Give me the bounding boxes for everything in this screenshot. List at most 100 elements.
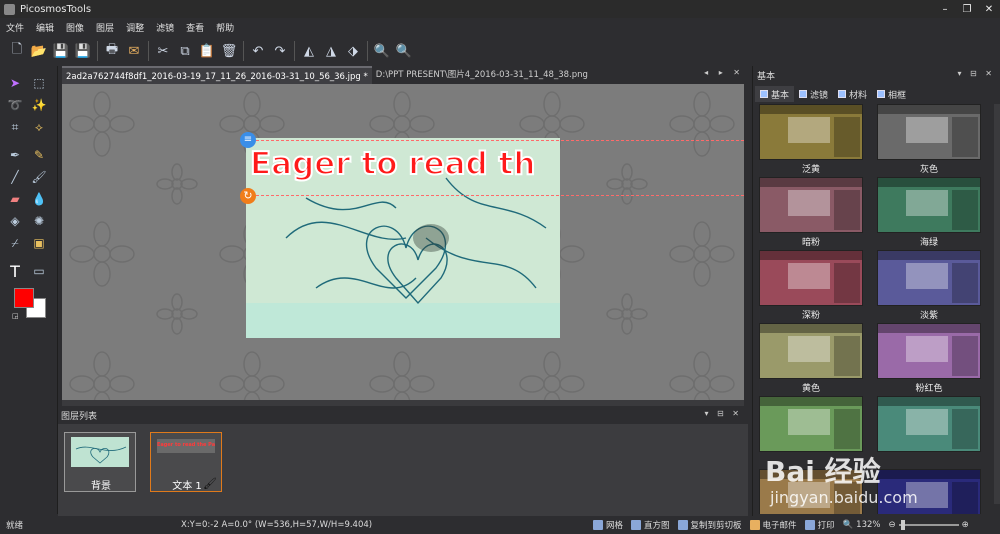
zoom-slider-thumb[interactable] bbox=[900, 520, 905, 530]
layer-thumbnail: Eager to read the Passage bbox=[157, 439, 215, 453]
save-icon[interactable]: 💾 bbox=[52, 42, 70, 60]
open-folder-icon[interactable]: 📂 bbox=[30, 42, 48, 60]
pencil-tool-icon[interactable]: ✎ bbox=[30, 146, 48, 164]
text-layer[interactable]: Eager to read th bbox=[250, 146, 560, 182]
rotate-handle-icon[interactable]: ↻ bbox=[240, 188, 256, 204]
magic-wand-tool-icon[interactable]: ✨ bbox=[30, 96, 48, 114]
foreground-color-swatch[interactable] bbox=[14, 288, 34, 308]
presets-panel-controls[interactable]: ▾ ⊟ ✕ bbox=[957, 69, 995, 78]
email-button[interactable]: 电子邮件 bbox=[749, 519, 797, 531]
histogram-toggle[interactable]: 直方图 bbox=[631, 519, 670, 531]
reset-colors-icon[interactable]: ◲ bbox=[12, 312, 19, 320]
title-bar: PicosmosTools – ❐ ✕ bbox=[0, 0, 1000, 18]
crop-tool-icon[interactable]: ⌗ bbox=[6, 118, 24, 136]
layer-panel-controls[interactable]: ▾ ⊟ ✕ bbox=[704, 409, 742, 418]
presets-scrollbar[interactable] bbox=[994, 104, 1000, 504]
preset-item[interactable]: 黄色 bbox=[759, 323, 863, 394]
menu-layer[interactable]: 图层 bbox=[90, 21, 120, 34]
zoom-out-button[interactable]: ⊖ bbox=[888, 520, 895, 530]
tab-document-1[interactable]: 2ad2a762744f8df1_2016-03-19_17_11_26_201… bbox=[62, 66, 372, 84]
paste-icon[interactable]: 📋 bbox=[198, 42, 216, 60]
eraser-tool-icon[interactable]: ▰ bbox=[6, 190, 24, 208]
tab-filter[interactable]: 滤镜 bbox=[794, 86, 833, 102]
print-button[interactable]: 打印 bbox=[804, 519, 835, 531]
preset-label: 粉红色 bbox=[915, 384, 943, 394]
tab-basic[interactable]: 基本 bbox=[755, 86, 795, 102]
email-icon[interactable]: ✉ bbox=[125, 42, 143, 60]
layer-item-background[interactable]: 背景 bbox=[64, 432, 136, 492]
pointer-tool-icon[interactable]: ➤ bbox=[6, 74, 24, 92]
presets-panel-header: 基本 ▾ ⊟ ✕ bbox=[753, 66, 1000, 84]
tab-frame[interactable]: 相框 bbox=[872, 86, 911, 102]
print-icon[interactable]: 🖶 bbox=[103, 42, 121, 60]
rotate-icon[interactable]: ◮ bbox=[322, 42, 340, 60]
layer-item-text[interactable]: Eager to read the Passage 文本 1 🖌 bbox=[150, 432, 222, 492]
preset-item[interactable]: 海绿 bbox=[877, 177, 981, 248]
polygon-select-tool-icon[interactable]: ⟡ bbox=[30, 118, 48, 136]
blur-tool-icon[interactable]: 💧 bbox=[30, 190, 48, 208]
tab-document-2[interactable]: D:\PPT PRESENT\图片4_2016-03-31_11_48_38.p… bbox=[372, 66, 592, 84]
menu-handle-icon[interactable]: ≡ bbox=[240, 132, 256, 148]
tab-basic-icon bbox=[760, 90, 768, 98]
zoom-out-icon[interactable]: 🔍 bbox=[395, 42, 413, 60]
menu-adjust[interactable]: 调整 bbox=[120, 21, 150, 34]
preset-item[interactable]: 粉红色 bbox=[877, 323, 981, 394]
menu-edit[interactable]: 编辑 bbox=[30, 21, 60, 34]
redo-icon[interactable]: ↷ bbox=[271, 42, 289, 60]
copy-icon[interactable]: ⧉ bbox=[176, 42, 194, 60]
eyedropper-tool-icon[interactable]: ⌿ bbox=[6, 234, 24, 252]
preset-item[interactable]: 深粉 bbox=[759, 250, 863, 321]
brush-tool-icon[interactable]: ✒ bbox=[6, 146, 24, 164]
preset-item[interactable]: 暗粉 bbox=[759, 177, 863, 248]
preset-item[interactable] bbox=[877, 396, 981, 466]
cut-icon[interactable]: ✂ bbox=[154, 42, 172, 60]
zoom-in-button[interactable]: ⊕ bbox=[962, 520, 969, 530]
zoom-control[interactable]: 🔍 132% bbox=[843, 520, 881, 530]
menu-file[interactable]: 文件 bbox=[0, 21, 30, 34]
copy-to-clipboard-button[interactable]: 复制到剪切板 bbox=[677, 519, 742, 531]
preset-thumbnail bbox=[759, 250, 863, 306]
zoom-in-icon[interactable]: 🔍 bbox=[373, 42, 391, 60]
lasso-tool-icon[interactable]: ➰ bbox=[6, 96, 24, 114]
baidu-watermark-url: jingyan.baidu.com bbox=[770, 488, 918, 507]
grid-toggle[interactable]: 网格 bbox=[593, 519, 623, 531]
airbrush-tool-icon[interactable]: 🖌 bbox=[30, 168, 48, 186]
preset-label: 灰色 bbox=[919, 165, 938, 175]
menu-view[interactable]: 查看 bbox=[180, 21, 210, 34]
menu-help[interactable]: 帮助 bbox=[210, 21, 240, 34]
layer-panel: 背景 Eager to read the Passage 文本 1 🖌 bbox=[58, 424, 748, 516]
menu-filter[interactable]: 滤镜 bbox=[150, 21, 180, 34]
preset-thumbnail bbox=[877, 323, 981, 379]
maximize-button[interactable]: ❐ bbox=[956, 0, 978, 18]
preset-item[interactable]: 泛黄 bbox=[759, 104, 863, 175]
transform-icon[interactable]: ⬗ bbox=[344, 42, 362, 60]
status-bar: 就绪 X:Y=0:-2 A=0.0° (W=536,H=57,W/H=9.404… bbox=[0, 516, 1000, 534]
close-button[interactable]: ✕ bbox=[978, 0, 1000, 18]
flip-icon[interactable]: ◭ bbox=[300, 42, 318, 60]
line-tool-icon[interactable]: ╱ bbox=[6, 168, 24, 186]
toolbar-separator bbox=[367, 41, 368, 61]
preset-item[interactable]: 淡紫 bbox=[877, 250, 981, 321]
shape-tool-icon[interactable]: ▭ bbox=[30, 262, 48, 280]
image-tool-icon[interactable]: ▣ bbox=[30, 234, 48, 252]
fill-tool-icon[interactable]: ◈ bbox=[6, 212, 24, 230]
menu-image[interactable]: 图像 bbox=[60, 21, 90, 34]
text-tool-icon[interactable]: T bbox=[6, 262, 24, 281]
tab-material-icon bbox=[838, 90, 847, 98]
tab-controls[interactable]: ◂ ▸ ✕ bbox=[704, 68, 744, 77]
canvas-area[interactable]: Eager to read th ≡ ↻ bbox=[62, 84, 744, 400]
new-file-icon[interactable]: 🗋 bbox=[8, 42, 26, 60]
undo-icon[interactable]: ↶ bbox=[249, 42, 267, 60]
layer-thumbnail bbox=[71, 437, 129, 467]
sharpen-tool-icon[interactable]: ✺ bbox=[30, 212, 48, 230]
zoom-slider[interactable] bbox=[898, 520, 959, 530]
email-icon bbox=[749, 520, 760, 530]
minimize-button[interactable]: – bbox=[934, 0, 956, 18]
tab-material[interactable]: 材料 bbox=[833, 86, 872, 102]
delete-icon[interactable]: 🗑 bbox=[220, 42, 238, 60]
app-icon bbox=[4, 3, 15, 15]
preset-item[interactable]: 灰色 bbox=[877, 104, 981, 175]
rect-select-tool-icon[interactable]: ⬚ bbox=[30, 74, 48, 92]
preset-thumbnail bbox=[877, 396, 981, 452]
save-as-icon[interactable]: 💾 bbox=[74, 42, 92, 60]
